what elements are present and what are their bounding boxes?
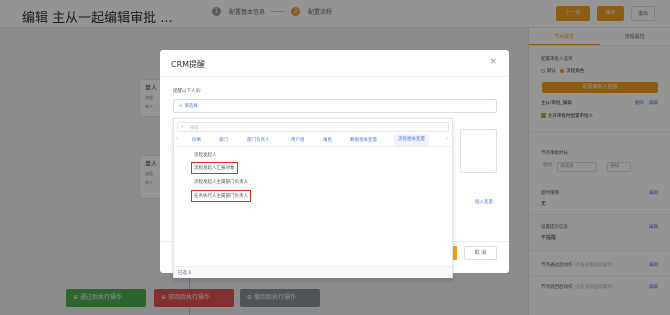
list-item[interactable]: 流程发起人 bbox=[194, 152, 217, 158]
cancel-button[interactable]: 取 消 bbox=[464, 246, 497, 260]
tab-user-group[interactable]: 用户组 bbox=[291, 137, 305, 143]
modal-title: CRM提醒 bbox=[171, 60, 206, 69]
message-textarea[interactable] bbox=[460, 129, 497, 173]
chevron-left-icon[interactable]: ‹ bbox=[176, 136, 178, 142]
selected-count: 已选 0 bbox=[178, 271, 192, 276]
close-icon[interactable]: × bbox=[489, 57, 497, 67]
search-input[interactable]: ⌕ 搜索 bbox=[177, 122, 449, 132]
tab-flow-variables[interactable]: 流程相关变量 bbox=[394, 134, 429, 146]
insert-variable-link[interactable]: 插入变量 bbox=[475, 199, 493, 205]
recipient-selector[interactable]: + 请选择 bbox=[173, 99, 497, 113]
tab-department[interactable]: 部门 bbox=[219, 137, 228, 143]
search-icon: ⌕ bbox=[181, 124, 184, 130]
remind-people-label: 提醒以下人员: bbox=[173, 89, 202, 94]
divider bbox=[160, 76, 509, 77]
tab-data-variables[interactable]: 数据相关变量 bbox=[350, 137, 377, 143]
chevron-right-icon[interactable]: › bbox=[446, 136, 448, 142]
list-item[interactable]: 流程发起人汇报对象 bbox=[191, 162, 238, 174]
tab-role[interactable]: 角色 bbox=[323, 137, 332, 143]
list-item[interactable]: 任务执行人主属部门负责人 bbox=[191, 190, 251, 202]
search-placeholder: 搜索 bbox=[190, 125, 199, 131]
variable-picker-dropdown: ⌕ 搜索 ‹ 同事 部门 部门负责人 用户组 角色 数据相关变量 流程相关变量 … bbox=[173, 118, 453, 278]
tab-colleague[interactable]: 同事 bbox=[192, 137, 201, 143]
add-recipient-link[interactable]: + 请选择 bbox=[179, 103, 198, 109]
picker-footer: 已选 0 bbox=[174, 266, 452, 278]
tab-department-head[interactable]: 部门负责人 bbox=[247, 137, 270, 143]
list-item[interactable]: 流程发起人主属部门负责人 bbox=[194, 179, 248, 185]
picker-tabs: ‹ 同事 部门 部门负责人 用户组 角色 数据相关变量 流程相关变量 › bbox=[174, 134, 452, 147]
